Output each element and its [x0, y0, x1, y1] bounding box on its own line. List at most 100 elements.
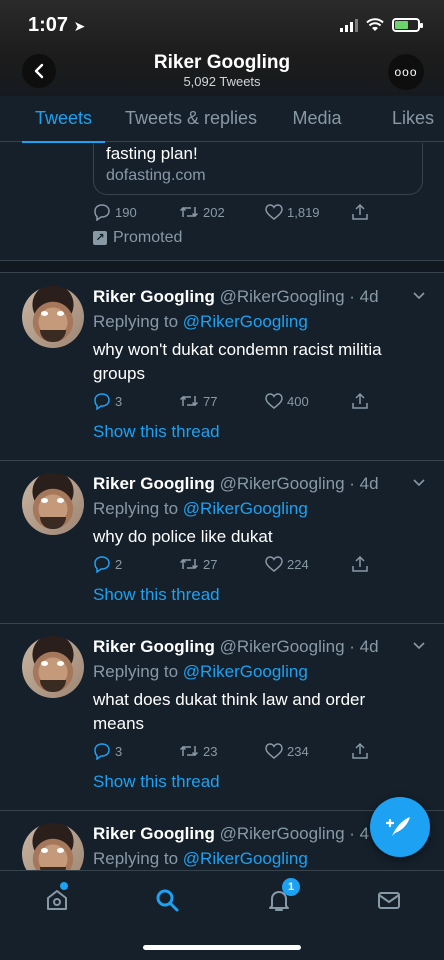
share-button[interactable]	[351, 555, 381, 573]
reply-handle-link[interactable]: @RikerGoogling	[183, 662, 308, 681]
promoted-tweet[interactable]: fasting plan! dofasting.com 190 202 1,81…	[0, 143, 444, 261]
heart-icon	[265, 204, 283, 220]
notifications-badge: 1	[282, 878, 300, 896]
avatar[interactable]	[22, 823, 84, 870]
tweet[interactable]: Riker Googling @RikerGoogling · 4d Reply…	[0, 624, 444, 811]
link-card-title: fasting plan!	[106, 144, 198, 163]
show-thread-link[interactable]: Show this thread	[93, 422, 220, 442]
reply-icon	[94, 556, 110, 573]
tweet-actions: 190 202 1,819	[93, 203, 383, 221]
reply-button[interactable]: 2	[93, 555, 179, 573]
author-name[interactable]: Riker Googling	[93, 637, 215, 656]
home-indicator-bar[interactable]	[143, 945, 301, 950]
like-count: 224	[287, 556, 309, 572]
share-icon	[352, 555, 368, 572]
home-new-indicator	[60, 882, 68, 890]
chevron-down-icon[interactable]	[412, 640, 426, 650]
retweet-button[interactable]: 27	[179, 556, 265, 572]
replying-to: Replying to @RikerGoogling	[93, 499, 308, 518]
tweet-actions: 3 23 234	[93, 742, 383, 760]
author-handle-time: @RikerGoogling · 4d	[219, 287, 379, 306]
reply-icon	[94, 393, 110, 410]
like-button[interactable]: 1,819	[265, 204, 351, 220]
tab-tweets-replies[interactable]: Tweets & replies	[121, 96, 261, 142]
wifi-icon	[366, 18, 384, 31]
nav-search[interactable]	[152, 885, 182, 915]
tab-media[interactable]: Media	[291, 96, 343, 142]
show-thread-link[interactable]: Show this thread	[93, 772, 220, 792]
tweet[interactable]: Riker Googling @RikerGoogling · 4d Reply…	[0, 274, 444, 461]
retweet-icon	[179, 206, 199, 218]
reply-icon	[94, 204, 110, 221]
chevron-down-icon[interactable]	[412, 477, 426, 487]
author-handle-time: @RikerGoogling · 4d	[219, 474, 379, 493]
tweet-count: 5,092 Tweets	[183, 74, 261, 89]
chevron-down-icon[interactable]	[412, 290, 426, 300]
tweet[interactable]: Riker Googling @RikerGoogling · 4d Reply…	[0, 461, 444, 624]
avatar[interactable]	[22, 473, 84, 535]
avatar[interactable]	[22, 286, 84, 348]
cellular-signal-icon	[340, 18, 358, 32]
heart-icon	[265, 556, 283, 572]
retweet-button[interactable]: 202	[179, 204, 265, 220]
reply-handle-link[interactable]: @RikerGoogling	[183, 312, 308, 331]
reply-handle-link[interactable]: @RikerGoogling	[183, 499, 308, 518]
link-card[interactable]: fasting plan! dofasting.com	[93, 143, 423, 195]
author-name[interactable]: Riker Googling	[93, 474, 215, 493]
author-handle-time: @RikerGoogling · 4	[219, 824, 370, 843]
promoted-label: ↗ Promoted	[93, 229, 182, 247]
envelope-icon	[378, 892, 400, 909]
profile-name: Riker Googling	[153, 52, 291, 73]
more-dots-icon: ooo	[394, 65, 418, 79]
like-button[interactable]: 234	[265, 743, 351, 759]
avatar[interactable]	[22, 636, 84, 698]
tweet-header: Riker Googling @RikerGoogling · 4d	[93, 636, 413, 658]
search-icon	[156, 889, 179, 912]
more-options-button[interactable]: ooo	[388, 54, 424, 90]
retweet-button[interactable]: 77	[179, 393, 265, 409]
tab-likes[interactable]: Likes	[391, 96, 435, 142]
retweet-count: 77	[203, 393, 218, 409]
tweet-text: what does dukat think law and order mean…	[93, 690, 366, 733]
reply-button[interactable]: 3	[93, 392, 179, 410]
share-button[interactable]	[351, 742, 381, 760]
like-button[interactable]: 224	[265, 556, 351, 572]
reply-button[interactable]: 190	[93, 203, 179, 221]
share-icon	[352, 742, 368, 759]
like-count: 234	[287, 743, 309, 759]
share-icon	[352, 203, 368, 220]
like-button[interactable]: 400	[265, 393, 351, 409]
reply-count: 2	[115, 556, 123, 572]
share-button[interactable]	[351, 392, 381, 410]
nav-messages[interactable]	[374, 885, 404, 915]
share-icon	[352, 392, 368, 409]
retweet-icon	[179, 745, 199, 757]
reply-handle-link[interactable]: @RikerGoogling	[183, 849, 308, 868]
tweet-text: why won't dukat condemn racist militia g…	[93, 340, 382, 383]
link-card-domain: dofasting.com	[106, 167, 206, 184]
reply-count: 190	[115, 204, 137, 220]
compose-feather-icon	[386, 817, 410, 836]
retweet-icon	[179, 558, 199, 570]
nav-home[interactable]	[42, 885, 72, 915]
status-time: 1:07 ➤	[28, 13, 86, 36]
like-count: 1,819	[287, 204, 320, 220]
replying-to: Replying to @RikerGoogling	[93, 849, 308, 868]
tab-tweets[interactable]: Tweets	[22, 96, 105, 143]
reply-count: 3	[115, 743, 123, 759]
reply-button[interactable]: 3	[93, 742, 179, 760]
heart-icon	[265, 393, 283, 409]
tweet-actions: 2 27 224	[93, 555, 383, 573]
retweet-button[interactable]: 23	[179, 743, 265, 759]
author-name[interactable]: Riker Googling	[93, 287, 215, 306]
like-count: 400	[287, 393, 309, 409]
tweet-feed[interactable]: fasting plan! dofasting.com 190 202 1,81…	[0, 143, 444, 870]
status-icons	[340, 18, 423, 32]
tweet-actions: 3 77 400	[93, 392, 383, 410]
profile-header: 1:07 ➤ Riker Googling 5,092 Tweets ooo	[0, 0, 444, 96]
compose-tweet-button[interactable]	[370, 797, 430, 857]
replying-to: Replying to @RikerGoogling	[93, 312, 308, 331]
author-name[interactable]: Riker Googling	[93, 824, 215, 843]
show-thread-link[interactable]: Show this thread	[93, 585, 220, 605]
share-button[interactable]	[351, 203, 381, 221]
